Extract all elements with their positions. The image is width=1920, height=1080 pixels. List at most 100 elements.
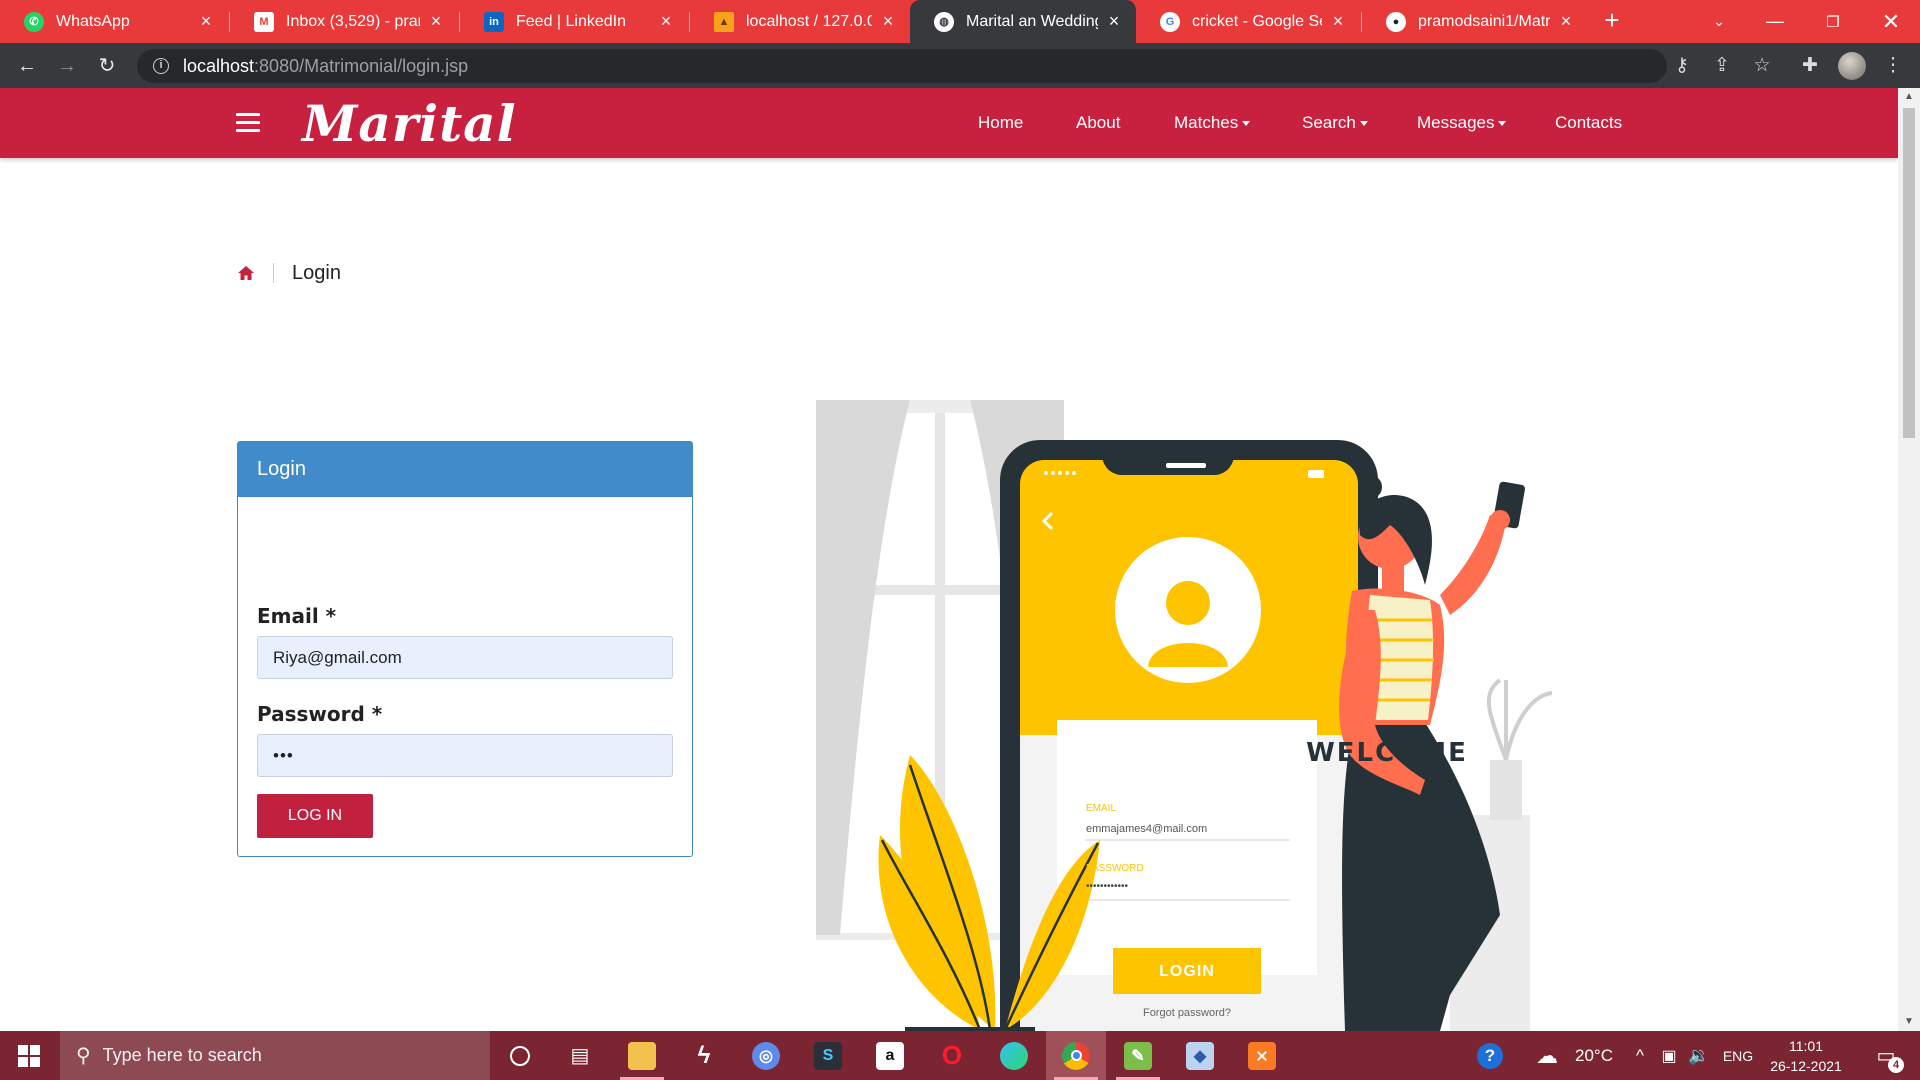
help-circle: ? [1477, 1042, 1503, 1069]
windows-start-button[interactable] [0, 1031, 58, 1080]
linkedin-icon: in [484, 11, 504, 32]
new-tab-button[interactable]: + [1598, 6, 1626, 34]
restore-button[interactable]: ❐ [1804, 0, 1862, 43]
login-button[interactable]: LOG IN [257, 794, 373, 838]
cortana-button[interactable] [490, 1031, 550, 1080]
page-scrollbar[interactable]: ▲ ▼ [1898, 88, 1920, 1031]
notification-center-icon[interactable]: ▭ 4 [1866, 1031, 1906, 1080]
extensions-puzzle-icon[interactable]: ✚ [1797, 53, 1823, 79]
email-field[interactable] [257, 636, 673, 679]
taskbar-edge[interactable] [984, 1031, 1044, 1080]
breadcrumb-divider [273, 263, 274, 283]
nav-messages[interactable]: Messages [1417, 88, 1507, 158]
site-navbar: Marital Home About Matches Search Messag… [0, 88, 1898, 158]
opera-icon: O [941, 1040, 963, 1070]
close-icon[interactable]: × [426, 11, 446, 32]
scroll-down-arrow-icon[interactable]: ▼ [1898, 1013, 1920, 1031]
site-info-icon[interactable]: i [153, 58, 169, 74]
close-window-button[interactable]: ✕ [1862, 0, 1920, 43]
tab-github[interactable]: ● pramodsaini1/Matrin × [1362, 0, 1588, 43]
clock-date: 26-12-2021 [1770, 1058, 1842, 1074]
taskbar-opera[interactable]: O [922, 1031, 982, 1080]
taskbar-virtualbox[interactable]: ◆ [1170, 1031, 1230, 1080]
bookmark-star-icon[interactable]: ☆ [1749, 53, 1775, 79]
tab-marital-active[interactable]: ◍ Marital an Wedding C × [910, 0, 1136, 43]
url-path: :8080/Matrimonial/login.jsp [254, 55, 469, 76]
close-icon[interactable]: × [656, 11, 676, 32]
language-indicator[interactable]: ENG [1718, 1031, 1758, 1080]
login-illustration: WELCOME EMAIL emmajames4@mail.com PASSWO… [800, 395, 1580, 1031]
close-icon[interactable]: × [196, 11, 216, 32]
address-bar[interactable]: i localhost:8080/Matrimonial/login.jsp [137, 49, 1667, 83]
tab-search-chevron-icon[interactable]: ⌄ [1690, 0, 1748, 43]
nav-label: Messages [1417, 113, 1495, 132]
chromium-icon: ◎ [752, 1041, 780, 1070]
weather-icon[interactable]: ☁ [1532, 1031, 1562, 1080]
scroll-up-arrow-icon[interactable]: ▲ [1898, 88, 1920, 106]
illustration-svg [816, 400, 1553, 1031]
breadcrumb-current: Login [292, 261, 341, 284]
cortana-circle-icon [510, 1045, 530, 1066]
illustration-login-label: LOGIN [1159, 963, 1215, 980]
nav-search[interactable]: Search [1302, 88, 1368, 158]
back-button[interactable]: ← [13, 52, 41, 80]
scrollbar-thumb[interactable] [1903, 108, 1915, 438]
close-icon[interactable]: × [1556, 11, 1576, 32]
close-icon[interactable]: × [1104, 11, 1124, 32]
tray-chevron-icon[interactable]: ^ [1628, 1031, 1652, 1080]
close-icon[interactable]: × [1328, 11, 1348, 32]
tab-linkedin[interactable]: in Feed | LinkedIn × [460, 0, 688, 43]
reload-button[interactable]: ↻ [93, 52, 121, 80]
password-field[interactable] [257, 734, 673, 777]
cube-icon: ◆ [1186, 1041, 1214, 1070]
taskbar-chromium[interactable]: ◎ [736, 1031, 796, 1080]
xampp-icon: ⨯ [1248, 1041, 1276, 1070]
nav-home[interactable]: Home [978, 88, 1023, 158]
nav-matches[interactable]: Matches [1174, 88, 1251, 158]
key-icon[interactable]: ⚷ [1669, 53, 1695, 79]
search-icon: ⚲ [76, 1045, 91, 1067]
menu-kebab-icon[interactable]: ⋮ [1880, 53, 1906, 79]
taskbar-notepad[interactable]: ✎ [1108, 1031, 1168, 1080]
help-icon[interactable]: ? [1472, 1031, 1508, 1080]
browser-toolbar: ← → ↻ i localhost:8080/Matrimonial/login… [0, 43, 1920, 88]
hamburger-menu-icon[interactable] [236, 113, 260, 133]
taskbar-search-box[interactable]: ⚲ Type here to search [60, 1031, 490, 1080]
taskbar-chrome-active[interactable] [1046, 1031, 1106, 1080]
taskbar-file-explorer[interactable] [612, 1031, 672, 1080]
taskbar-xampp[interactable]: ⨯ [1232, 1031, 1292, 1080]
google-icon: G [1160, 11, 1180, 32]
illustration-forgot-password: Forgot password? [1142, 1007, 1232, 1019]
task-view-button[interactable]: ▤ [550, 1031, 610, 1080]
minimize-button[interactable]: — [1746, 0, 1804, 43]
site-logo[interactable]: Marital [302, 94, 517, 153]
globe-icon: ◍ [934, 11, 954, 32]
tab-gmail[interactable]: M Inbox (3,529) - pramo × [230, 0, 458, 43]
login-panel-title: Login [238, 442, 692, 497]
taskbar-clock[interactable]: 11:01 26-12-2021 [1760, 1036, 1852, 1076]
gmail-icon: M [254, 11, 274, 32]
share-icon[interactable]: ⇪ [1709, 53, 1735, 79]
weather-temp[interactable]: 20°C [1566, 1031, 1622, 1080]
tab-google[interactable]: G cricket - Google Sear × [1136, 0, 1360, 43]
nav-about[interactable]: About [1076, 88, 1120, 158]
profile-avatar[interactable] [1838, 52, 1866, 80]
illustration-email-value: emmajames4@mail.com [1086, 823, 1208, 835]
home-icon[interactable] [237, 265, 255, 281]
illustration-password-value: •••••••••••• [1086, 881, 1129, 892]
breadcrumb: Login [237, 258, 341, 288]
tab-label: pramodsaini1/Matrin [1418, 12, 1550, 30]
tab-whatsapp[interactable]: ✆ WhatsApp × [0, 0, 228, 43]
close-icon[interactable]: × [878, 11, 898, 32]
notepad-icon: ✎ [1124, 1041, 1152, 1070]
nav-contacts[interactable]: Contacts [1555, 88, 1622, 158]
taskbar-app-dark[interactable]: ϟ [674, 1031, 734, 1080]
nav-label: Search [1302, 113, 1356, 132]
network-icon[interactable]: ▣ [1656, 1031, 1682, 1080]
taskbar-sublime[interactable]: S [798, 1031, 858, 1080]
tab-phpmyadmin[interactable]: ▲ localhost / 127.0.0.1 / × [690, 0, 910, 43]
taskbar-amazon[interactable]: a [860, 1031, 920, 1080]
volume-icon[interactable]: 🔉 [1686, 1031, 1712, 1080]
forward-button[interactable]: → [53, 52, 81, 80]
lightning-app-icon: ϟ [697, 1041, 711, 1069]
